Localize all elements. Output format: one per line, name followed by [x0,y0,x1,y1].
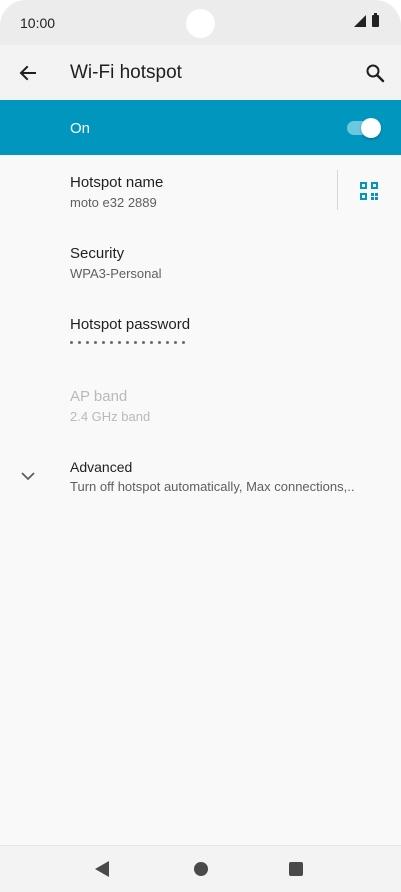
qr-code-icon [360,182,378,200]
arrow-left-icon [19,65,36,81]
pref-title: Advanced [70,459,133,475]
phone-screen: 10:00 Wi-Fi hotspot On Hotspot name moto… [0,0,401,892]
pref-hotspot-name[interactable]: Hotspot name moto e32 2889 [0,160,401,222]
password-dot [158,341,161,344]
password-dot [86,341,89,344]
pref-title: Hotspot name [70,174,164,191]
password-dot [166,341,169,344]
nav-recents-icon[interactable] [289,862,303,876]
pref-title: Security [70,245,125,262]
status-bar: 10:00 [0,0,401,45]
pref-summary: moto e32 2889 [70,195,157,210]
toggle-thumb [361,118,381,138]
password-dot [118,341,121,344]
hotspot-toggle[interactable] [347,118,381,138]
pref-summary: WPA3-Personal [70,266,162,281]
pref-summary: Turn off hotspot automatically, Max conn… [70,479,355,494]
system-navigation-bar [0,845,401,892]
password-dot [78,341,81,344]
status-time: 10:00 [20,15,56,31]
search-button[interactable] [359,57,391,89]
masked-password [70,341,185,344]
vertical-divider [337,170,338,210]
password-dot [142,341,145,344]
password-dot [134,341,137,344]
pref-ap-band: AP band 2.4 GHz band [0,374,401,436]
page-title: Wi-Fi hotspot [70,62,182,83]
password-dot [102,341,105,344]
password-dot [150,341,153,344]
battery-icon [372,13,379,27]
master-switch-label: On [70,120,91,137]
search-icon [366,64,385,83]
hotspot-master-switch[interactable]: On [0,100,401,155]
pref-title: AP band [70,388,128,405]
pref-advanced[interactable]: Advanced Turn off hotspot automatically,… [0,446,401,508]
qr-code-button[interactable] [356,178,382,204]
back-button[interactable] [12,57,44,89]
app-bar: Wi-Fi hotspot [0,45,401,100]
nav-home-icon[interactable] [194,862,208,876]
status-icons [354,13,379,27]
pref-summary: 2.4 GHz band [70,409,151,424]
password-dot [94,341,97,344]
nav-back-icon[interactable] [95,861,109,877]
signal-icon [354,15,366,27]
password-dot [174,341,177,344]
password-dot [182,341,185,344]
front-camera-cutout [186,9,215,38]
pref-title: Hotspot password [70,316,191,333]
pref-hotspot-password[interactable]: Hotspot password [0,302,401,364]
pref-security[interactable]: Security WPA3-Personal [0,232,401,294]
password-dot [110,341,113,344]
password-dot [70,341,73,344]
password-dot [126,341,129,344]
